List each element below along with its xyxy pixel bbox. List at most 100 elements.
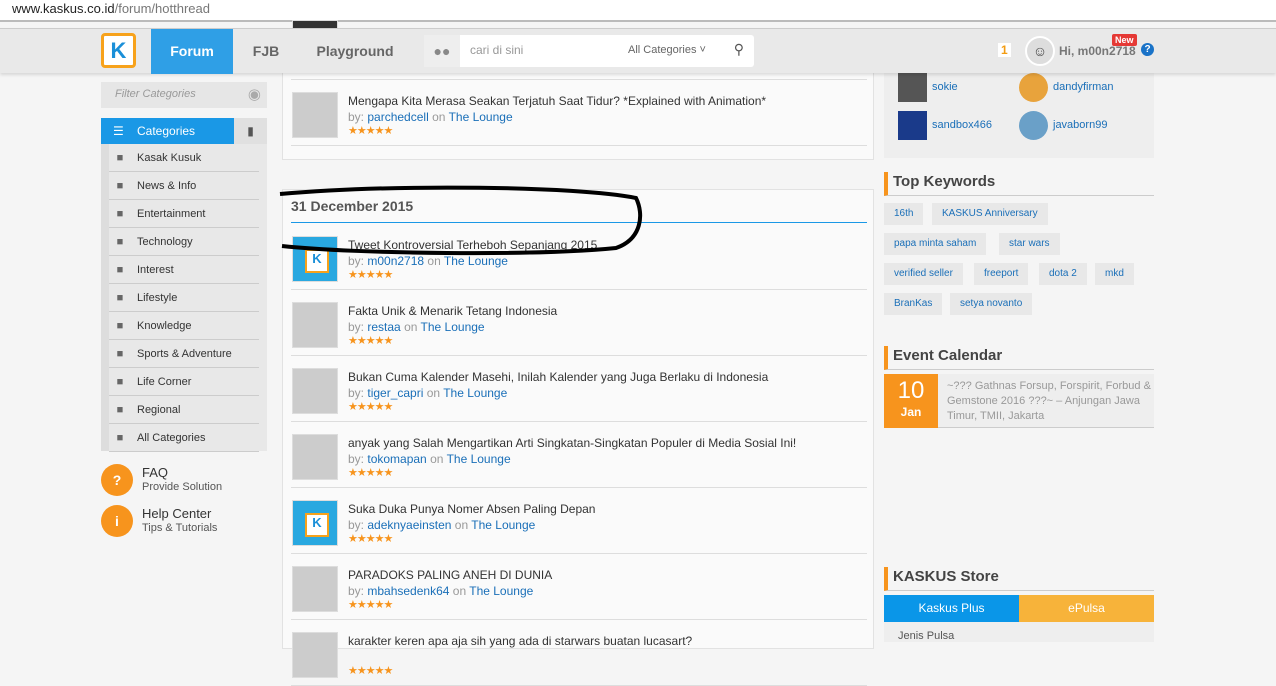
keyword-tag[interactable]: mkd (1095, 263, 1134, 285)
author-link[interactable]: restaa (367, 320, 400, 334)
author-link[interactable]: adeknyaeinsten (367, 518, 451, 532)
thread-thumbnail (292, 302, 338, 348)
top-nav: K Forum FJB Playground ●● All Categories… (0, 28, 1276, 74)
thread-thumbnail (292, 92, 338, 138)
tab-fjb[interactable]: FJB (240, 29, 292, 74)
tab-kaskus-plus[interactable]: Kaskus Plus (884, 595, 1019, 622)
help-link[interactable]: ? FAQ Provide Solution (101, 464, 271, 498)
annotation-ellipse (279, 185, 643, 256)
thread-meta: by: tokomapan on The Lounge (348, 452, 511, 466)
new-badge: New (1112, 34, 1137, 46)
thread-row[interactable]: Suka Duka Punya Nomer Absen Paling Depan… (291, 488, 867, 554)
avatar[interactable]: ☺ (1025, 36, 1055, 66)
notification-count[interactable]: 1 (998, 43, 1011, 57)
bookmark-tab[interactable]: ▮ (234, 118, 267, 144)
thread-row[interactable]: Fakta Unik & Menarik Tetang Indonesia by:… (291, 290, 867, 356)
thread-title[interactable]: PARADOKS PALING ANEH DI DUNIA (348, 568, 552, 582)
author-link[interactable]: mbahsedenk64 (367, 584, 449, 598)
sidebar-item[interactable]: ■ Knowledge (109, 312, 259, 340)
tab-forum[interactable]: Forum (151, 29, 233, 74)
keyword-tag[interactable]: 16th (884, 203, 924, 225)
thread-row[interactable]: anyak yang Salah Mengartikan Arti Singka… (291, 422, 867, 488)
user-item[interactable]: sandbox466 (898, 111, 1018, 141)
film-icon: ■ (116, 208, 124, 220)
thread-title[interactable]: anyak yang Salah Mengartikan Arti Singka… (348, 436, 796, 450)
bottle-icon: ■ (116, 292, 124, 304)
help-circle-icon: i (101, 505, 133, 537)
thread-meta: by: restaa on The Lounge (348, 320, 485, 334)
event-date: 10 Jan (884, 374, 938, 428)
user-greeting[interactable]: Hi, m00n2718 (1059, 44, 1136, 58)
category-select[interactable]: All Categories ˅ (628, 44, 706, 56)
keyword-tag[interactable]: setya novanto (950, 293, 1033, 315)
event-calendar-title: Event Calendar (884, 346, 1154, 370)
sidebar-item[interactable]: ■ Technology (109, 228, 259, 256)
keyword-tag[interactable]: star wars (999, 233, 1060, 255)
author-link[interactable]: tokomapan (367, 452, 426, 466)
thread-row[interactable]: karakter keren apa aja sih yang ada di s… (291, 620, 867, 686)
tab-epulsa[interactable]: ePulsa (1019, 595, 1154, 622)
forum-link[interactable]: The Lounge (421, 320, 485, 334)
thread-title[interactable]: Bukan Cuma Kalender Masehi, Inilah Kalen… (348, 370, 768, 384)
eye-icon[interactable]: ◉ (248, 85, 261, 103)
keyword-tag[interactable]: freeport (974, 263, 1029, 285)
sidebar-item[interactable]: ■ Interest (109, 256, 259, 284)
url-text[interactable]: www.kaskus.co.id/forum/hotthread (12, 1, 210, 16)
keyword-tag[interactable]: verified seller (884, 263, 963, 285)
thread-title[interactable]: Mengapa Kita Merasa Seakan Terjatuh Saat… (348, 94, 766, 108)
forum-link[interactable]: The Lounge (471, 518, 535, 532)
sidebar-item[interactable]: ■ Entertainment (109, 200, 259, 228)
sidebar-item[interactable]: ■ Kasak Kusuk (109, 144, 259, 172)
forum-link[interactable]: The Lounge (449, 110, 513, 124)
user-item[interactable]: javaborn99 (1019, 111, 1139, 141)
forum-link[interactable]: The Lounge (469, 584, 533, 598)
rating-stars: ★★★★★ (348, 533, 393, 545)
thread-row[interactable]: Bukan Cuma Kalender Masehi, Inilah Kalen… (291, 356, 867, 422)
bulb-icon: ■ (116, 320, 124, 332)
user-avatar (898, 73, 927, 102)
help-icon[interactable]: ? (1141, 43, 1154, 56)
briefcase-icon: ■ (116, 180, 124, 192)
ball-icon: ■ (116, 348, 124, 360)
filter-categories: ◉ (101, 82, 267, 108)
pin-icon: ■ (116, 404, 124, 416)
thread-row[interactable]: Mengapa Kita Merasa Seakan Terjatuh Saat… (291, 80, 867, 146)
chat-cloud-icon[interactable]: ●● (424, 35, 460, 67)
rating-stars: ★★★★★ (348, 269, 393, 281)
thread-title[interactable]: Suka Duka Punya Nomer Absen Paling Depan (348, 502, 595, 516)
filter-input[interactable] (115, 88, 235, 100)
forum-link[interactable]: The Lounge (447, 452, 511, 466)
sidebar-item[interactable]: ■ All Categories (109, 424, 259, 452)
kaskus-logo[interactable]: K (101, 33, 136, 68)
sidebar-item[interactable]: ■ Regional (109, 396, 259, 424)
keyword-tag[interactable]: dota 2 (1039, 263, 1087, 285)
sidebar-item[interactable]: ■ Lifestyle (109, 284, 259, 312)
sidebar-item[interactable]: ■ News & Info (109, 172, 259, 200)
author-link[interactable]: tiger_capri (367, 386, 423, 400)
sidebar-item[interactable]: ■ Life Corner (109, 368, 259, 396)
thread-title[interactable]: karakter keren apa aja sih yang ada di s… (348, 634, 692, 648)
categories-tab[interactable]: ☰ Categories (101, 118, 234, 144)
tab-playground[interactable]: Playground (308, 29, 402, 74)
search-input[interactable] (470, 43, 620, 57)
event-item[interactable]: 10 Jan ~??? Gathnas Forsup, Forspirit, Fo… (884, 374, 1154, 428)
sidebar-item[interactable]: ■ Sports & Adventure (109, 340, 259, 368)
thread-row[interactable]: PARADOKS PALING ANEH DI DUNIA by: mbahsed… (291, 554, 867, 620)
keyword-tag[interactable]: BranKas (884, 293, 943, 315)
help-link[interactable]: i Help Center Tips & Tutorials (101, 505, 271, 539)
rocket-icon: ■ (116, 236, 124, 248)
user-avatar (1019, 73, 1048, 102)
keyword-tag[interactable]: KASKUS Anniversary (932, 203, 1048, 225)
thread-meta: by: mbahsedenk64 on The Lounge (348, 584, 534, 598)
user-item[interactable]: dandyfirman (1019, 73, 1139, 103)
rating-stars: ★★★★★ (348, 599, 393, 611)
search-icon[interactable]: ⚲ (734, 41, 744, 58)
rating-stars: ★★★★★ (348, 665, 393, 677)
keyword-tag[interactable]: papa minta saham (884, 233, 987, 255)
event-text: ~??? Gathnas Forsup, Forspirit, Forbud &… (947, 380, 1151, 422)
address-bar[interactable]: www.kaskus.co.id/forum/hotthread (0, 0, 1276, 22)
forum-link[interactable]: The Lounge (443, 386, 507, 400)
user-item[interactable]: sokie (898, 73, 1018, 103)
author-link[interactable]: parchedcell (367, 110, 428, 124)
thread-title[interactable]: Fakta Unik & Menarik Tetang Indonesia (348, 304, 557, 318)
